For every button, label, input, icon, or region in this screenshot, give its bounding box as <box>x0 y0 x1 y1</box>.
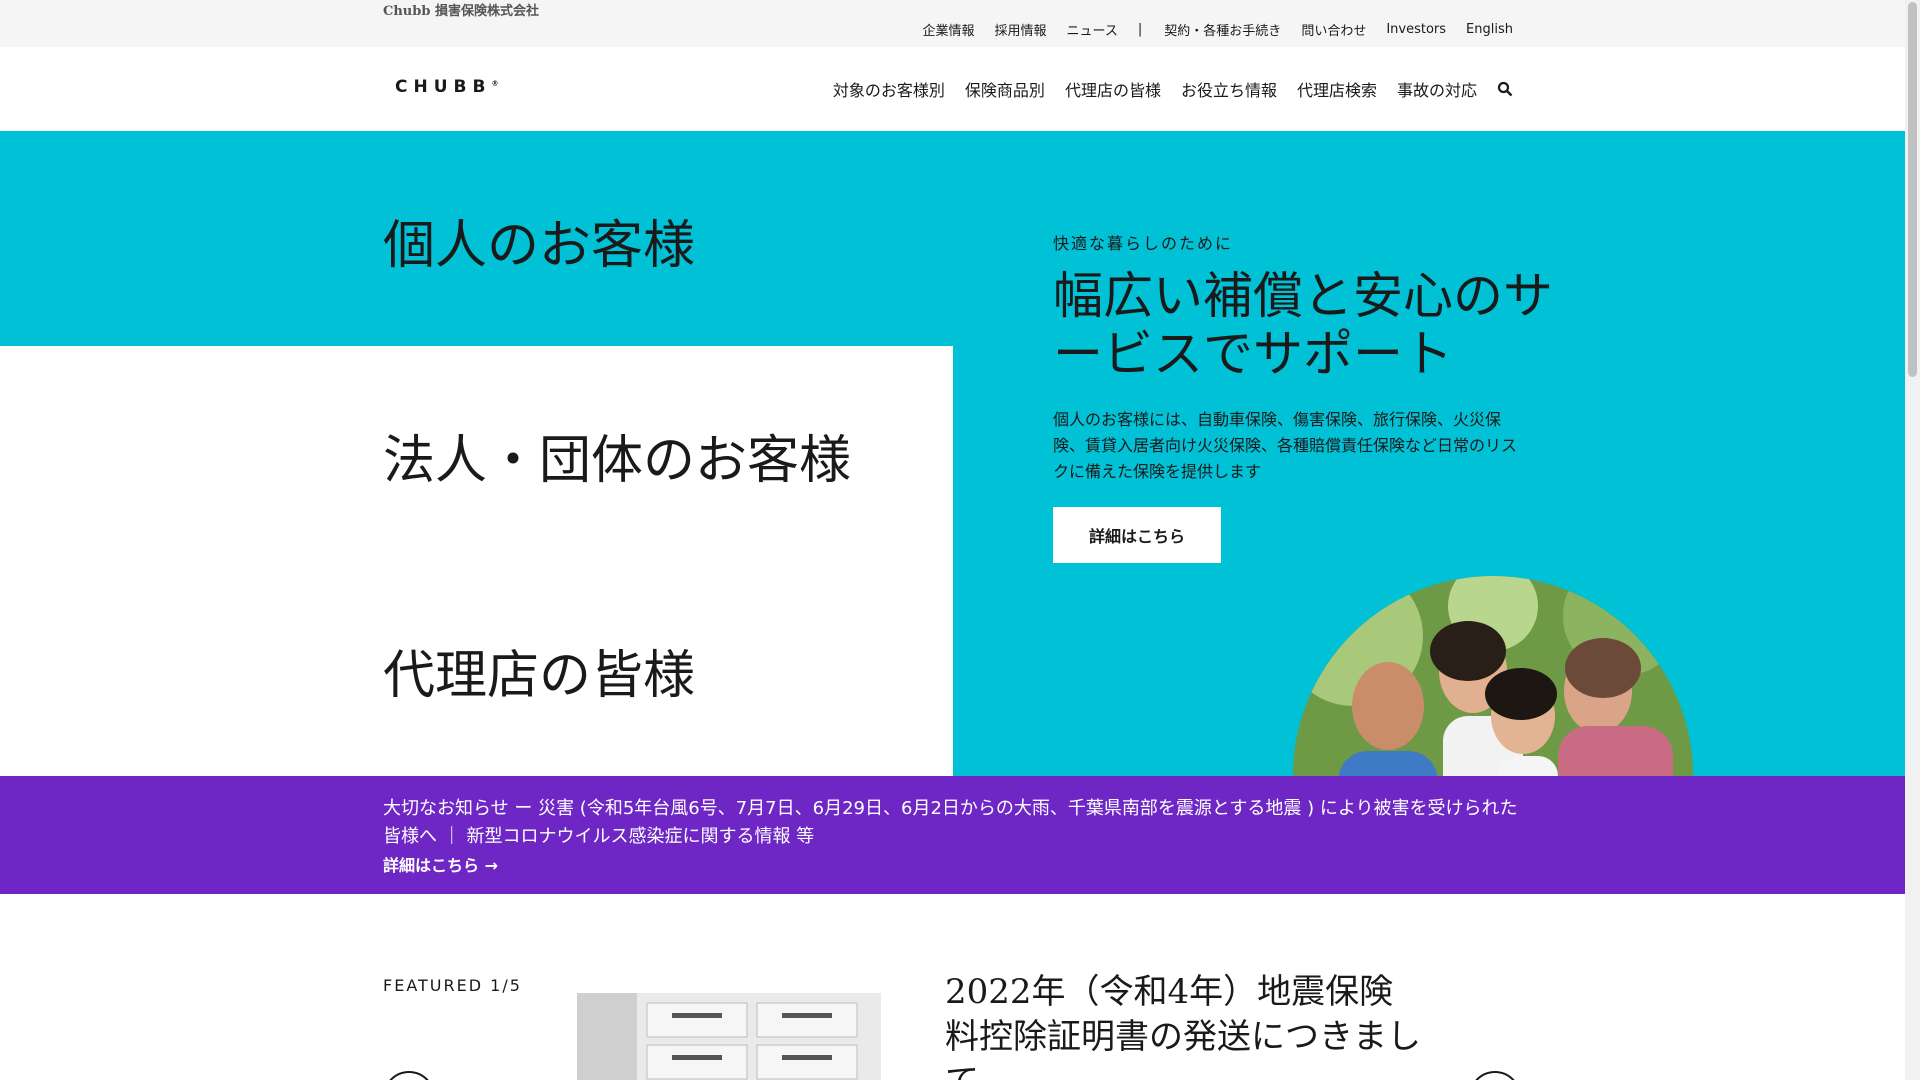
main-header: CHUBB® 対象のお客様別 保険商品別 代理店の皆様 お役立ち情報 代理店検索… <box>0 47 1905 131</box>
carousel-prev-button[interactable] <box>383 1071 435 1080</box>
utility-link-contract[interactable]: 契約・各種お手続き <box>1164 20 1281 39</box>
utility-separator: | <box>1137 22 1143 37</box>
utility-link-careers[interactable]: 採用情報 <box>995 20 1047 39</box>
hero-eyebrow: 快適な暮らしのために <box>1053 234 1234 253</box>
utility-bar: Chubb 損害保険株式会社 企業情報 採用情報 ニュース | 契約・各種お手続… <box>0 0 1905 47</box>
utility-link-english[interactable]: English <box>1466 22 1513 37</box>
utility-link-company[interactable]: 企業情報 <box>923 20 975 39</box>
family-photo <box>1293 576 1693 776</box>
scrollbar-thumb[interactable] <box>1908 2 1917 377</box>
notice-details-link[interactable]: 詳細はこちら → <box>383 852 498 876</box>
important-notice: 大切なお知らせ ー 災害 (令和5年台風6号、7月7日、6月29日、6月2日から… <box>0 776 1905 894</box>
notice-text[interactable]: 大切なお知らせ ー 災害 (令和5年台風6号、7月7日、6月29日、6月2日から… <box>383 795 1523 851</box>
nav-item-useful-info[interactable]: お役立ち情報 <box>1181 77 1277 101</box>
hero-link-agents[interactable]: 代理店の皆様 <box>383 633 695 708</box>
hero-link-individual[interactable]: 個人のお客様 <box>383 203 695 278</box>
nav-item-agents[interactable]: 代理店の皆様 <box>1065 77 1161 101</box>
hero-headline: 幅広い補償と安心のサービスでサポート <box>1053 267 1553 383</box>
featured-image[interactable] <box>577 993 881 1080</box>
chubb-logo[interactable]: CHUBB® <box>395 77 498 97</box>
nav-item-customer-type[interactable]: 対象のお客様別 <box>833 77 945 101</box>
hero-description: 個人のお客様には、自動車保険、傷害保険、旅行保険、火災保険、賃貸入居者向け火災保… <box>1053 410 1518 481</box>
hero-section: 個人のお客様 法人・団体のお客様 代理店の皆様 快適な暮らしのために 幅広い補償… <box>0 131 1905 776</box>
brand-small: Chubb 損害保険株式会社 <box>383 4 539 19</box>
utility-links: 企業情報 採用情報 ニュース | 契約・各種お手続き 問い合わせ Investo… <box>903 20 1513 39</box>
nav-item-products[interactable]: 保険商品別 <box>965 77 1045 101</box>
utility-link-contact[interactable]: 問い合わせ <box>1301 20 1366 39</box>
logo-text: CHUBB <box>395 77 492 97</box>
utility-link-investors[interactable]: Investors <box>1386 22 1446 37</box>
featured-title[interactable]: 2022年（令和4年）地震保険料控除証明書の発送につきまして <box>945 970 1425 1080</box>
utility-link-news[interactable]: ニュース <box>1067 20 1118 39</box>
nav-item-agent-search[interactable]: 代理店検索 <box>1297 77 1377 101</box>
logo-mark: ® <box>491 79 499 88</box>
featured-label: FEATURED 1/5 <box>383 976 522 995</box>
carousel-next-button[interactable] <box>1469 1071 1521 1080</box>
hero-white-panel <box>0 346 953 776</box>
search-icon[interactable] <box>1497 81 1513 97</box>
nav-item-accident[interactable]: 事故の対応 <box>1397 77 1477 101</box>
main-nav: 対象のお客様別 保険商品別 代理店の皆様 お役立ち情報 代理店検索 事故の対応 <box>813 77 1513 101</box>
details-button[interactable]: 詳細はこちら <box>1053 507 1221 563</box>
hero-link-corporate[interactable]: 法人・団体のお客様 <box>383 418 851 493</box>
